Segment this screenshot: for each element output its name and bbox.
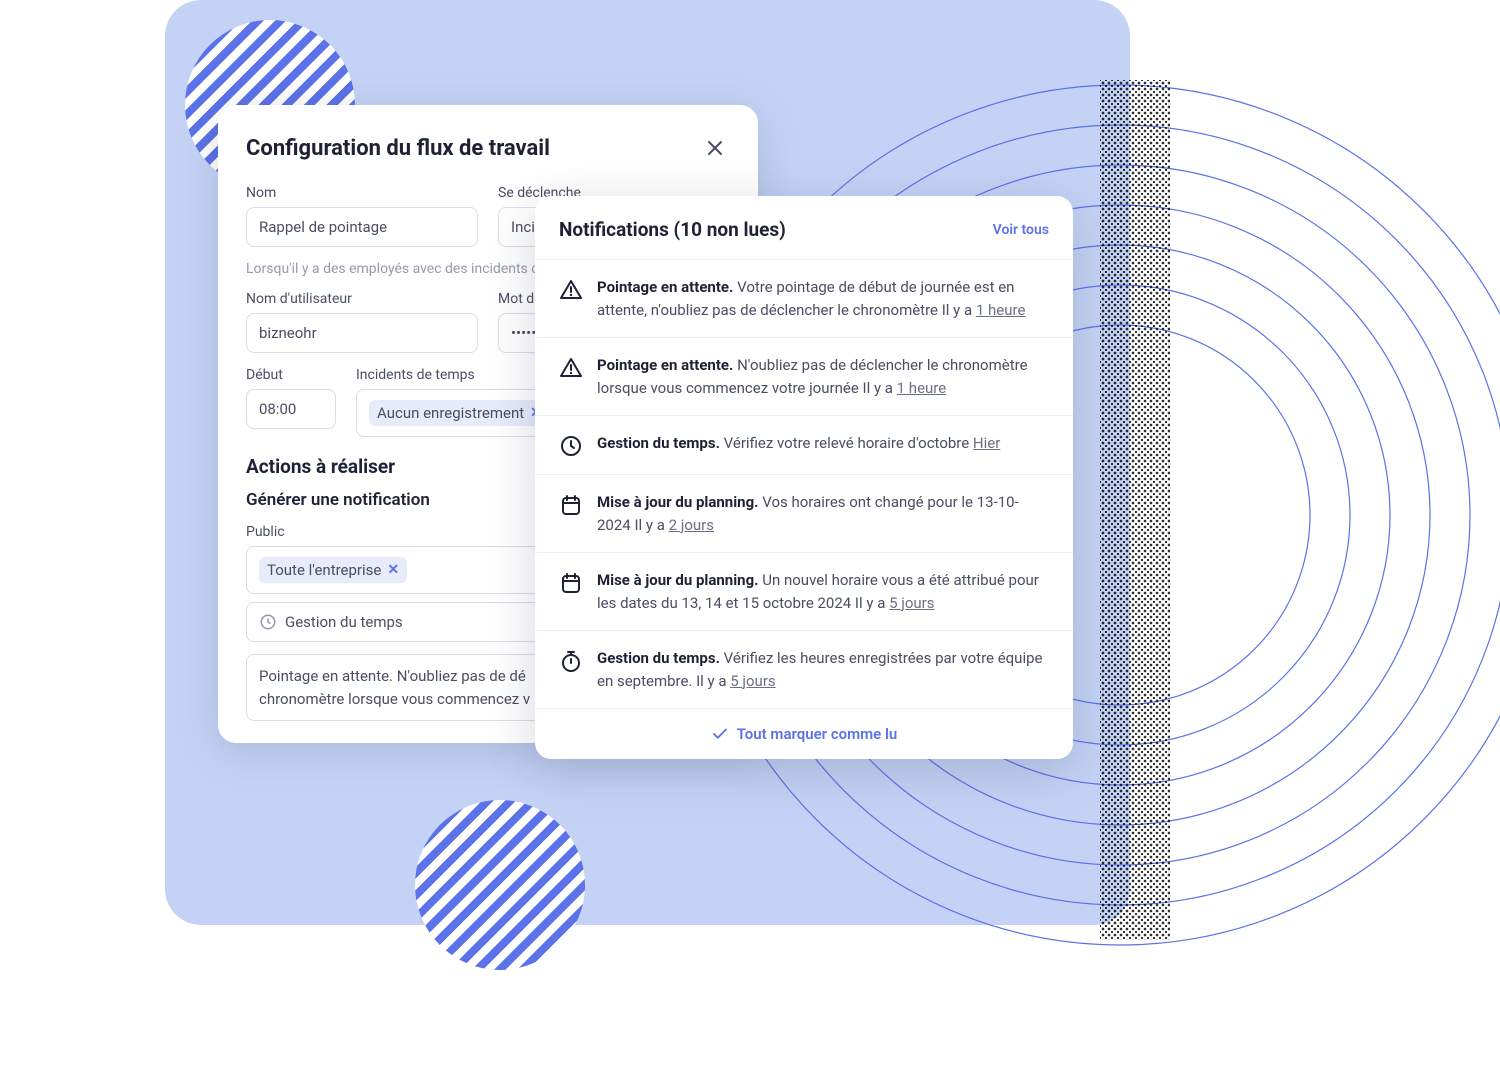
notification-time-link[interactable]: 1 heure <box>976 301 1026 319</box>
name-label: Nom <box>246 185 478 201</box>
close-button[interactable] <box>700 133 730 163</box>
notification-body: Gestion du temps. Vérifiez votre relevé … <box>597 432 1000 455</box>
alert-icon <box>559 278 583 302</box>
notification-title: Mise à jour du planning. <box>597 571 762 589</box>
mark-all-read-label: Tout marquer comme lu <box>737 725 898 743</box>
notification-item[interactable]: Pointage en attente. N'oubliez pas de dé… <box>535 337 1073 415</box>
notification-item[interactable]: Pointage en attente. Votre pointage de d… <box>535 259 1073 337</box>
see-all-link[interactable]: Voir tous <box>993 222 1049 238</box>
incident-tag-label: Aucun enregistrement <box>377 404 524 422</box>
mark-all-read-button[interactable]: Tout marquer comme lu <box>535 708 1073 759</box>
notification-title: Gestion du temps. <box>597 434 724 452</box>
calendar-icon <box>559 571 583 595</box>
notification-time-link[interactable]: 5 jours <box>730 672 775 690</box>
notifications-panel: Notifications (10 non lues) Voir tous Po… <box>535 196 1073 759</box>
stopwatch-icon <box>559 649 583 673</box>
calendar-icon <box>559 493 583 517</box>
notification-text: Vérifiez votre relevé horaire d'octobre <box>724 434 973 452</box>
notification-item[interactable]: Mise à jour du planning. Vos horaires on… <box>535 474 1073 552</box>
notification-title: Mise à jour du planning. <box>597 493 762 511</box>
decor-noise <box>1100 80 1170 940</box>
notification-list: Pointage en attente. Votre pointage de d… <box>535 259 1073 708</box>
modal-title: Configuration du flux de travail <box>246 136 550 161</box>
start-time-input[interactable] <box>246 389 336 429</box>
incident-tag: Aucun enregistrement ✕ <box>369 400 550 426</box>
remove-public-tag-icon[interactable]: ✕ <box>387 562 399 578</box>
notification-time-link[interactable]: 1 heure <box>897 379 947 397</box>
public-tag-label: Toute l'entreprise <box>267 561 381 579</box>
notification-item[interactable]: Gestion du temps. Vérifiez les heures en… <box>535 630 1073 708</box>
notification-body: Pointage en attente. N'oubliez pas de dé… <box>597 354 1049 399</box>
category-value: Gestion du temps <box>285 613 403 631</box>
notification-body: Gestion du temps. Vérifiez les heures en… <box>597 647 1049 692</box>
username-input[interactable] <box>246 313 478 353</box>
notification-body: Pointage en attente. Votre pointage de d… <box>597 276 1049 321</box>
clock-icon <box>559 434 583 458</box>
notification-body: Mise à jour du planning. Un nouvel horai… <box>597 569 1049 614</box>
decor-stripes-bottom <box>415 800 585 970</box>
notification-item[interactable]: Mise à jour du planning. Un nouvel horai… <box>535 552 1073 630</box>
notification-title: Pointage en attente. <box>597 278 737 296</box>
check-icon <box>711 725 729 743</box>
alert-icon <box>559 356 583 380</box>
username-label: Nom d'utilisateur <box>246 291 478 307</box>
public-tag: Toute l'entreprise ✕ <box>259 557 407 583</box>
notification-item[interactable]: Gestion du temps. Vérifiez votre relevé … <box>535 415 1073 474</box>
notifications-title: Notifications (10 non lues) <box>559 218 786 241</box>
start-label: Début <box>246 367 336 383</box>
clock-icon <box>259 613 277 631</box>
notification-title: Gestion du temps. <box>597 649 724 667</box>
notification-time-link[interactable]: 2 jours <box>669 516 714 534</box>
name-input[interactable] <box>246 207 478 247</box>
notification-time-link[interactable]: Hier <box>973 434 1000 452</box>
close-icon <box>707 140 723 156</box>
notification-time-link[interactable]: 5 jours <box>889 594 934 612</box>
notification-body: Mise à jour du planning. Vos horaires on… <box>597 491 1049 536</box>
notification-title: Pointage en attente. <box>597 356 737 374</box>
